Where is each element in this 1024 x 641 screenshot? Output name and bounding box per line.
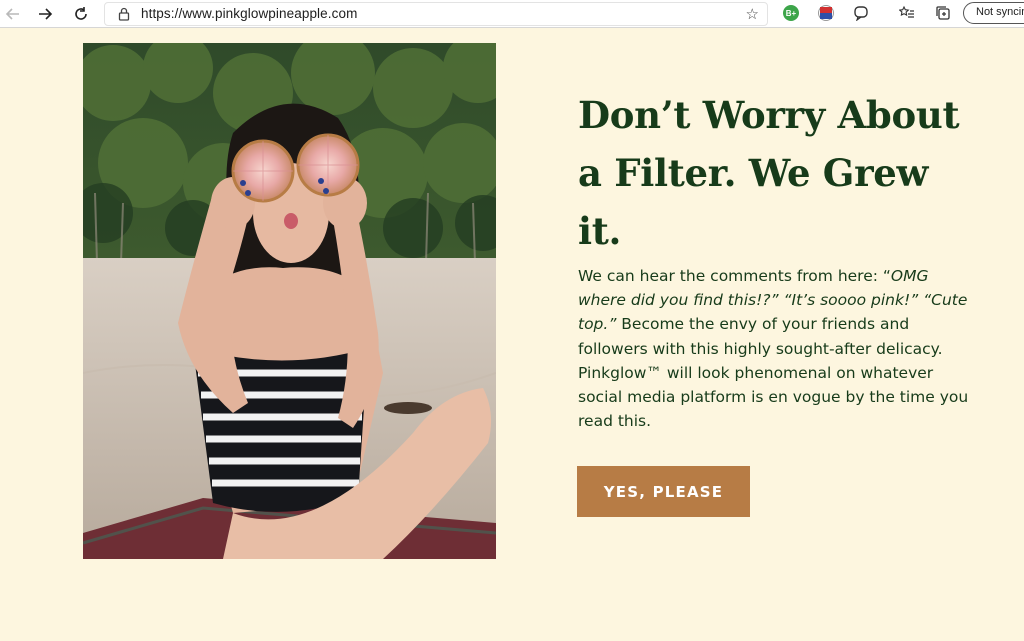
lock-icon [118, 7, 130, 21]
back-button[interactable] [2, 3, 24, 25]
hero-body-copy: We can hear the comments from here: “OMG… [578, 264, 998, 433]
grammar-extension-icon[interactable]: B+ [783, 5, 799, 21]
body-quote: where did you find this!?” “It’s soooo p… [578, 291, 968, 310]
body-quote: top.” [578, 315, 617, 334]
headline-line: Don’t Worry About [578, 93, 960, 137]
chat-extension-icon[interactable] [852, 4, 870, 22]
arrow-right-icon [39, 8, 53, 20]
sync-status-button[interactable]: Not syncing [963, 2, 1024, 24]
body-text: social media platform is en vogue by the… [578, 388, 969, 407]
url-text[interactable]: https://www.pinkglowpineapple.com [141, 6, 357, 21]
refresh-button[interactable] [70, 3, 92, 25]
woman-with-pineapple-slices-illustration [83, 43, 496, 559]
body-text: Pinkglow™ will look phenomenal on whatev… [578, 363, 934, 382]
headline-line: a Filter. We Grew [578, 151, 929, 195]
favorites-icon[interactable] [898, 4, 916, 22]
collections-icon[interactable] [934, 4, 952, 22]
address-bar[interactable]: https://www.pinkglowpineapple.com ☆ [104, 2, 768, 26]
browser-toolbar: https://www.pinkglowpineapple.com ☆ B+ N… [0, 0, 1024, 28]
hero-headline: Don’t Worry About a Filter. We Grew it. [578, 86, 1008, 260]
refresh-icon [75, 7, 87, 20]
flag-extension-icon[interactable] [818, 5, 834, 21]
body-text: Become the envy of your friends and [616, 315, 910, 334]
favorite-star-icon[interactable]: ☆ [746, 5, 759, 23]
headline-line: it. [578, 209, 622, 253]
sync-status-label: Not syncing [976, 6, 1024, 18]
yes-please-button[interactable]: YES, PLEASE [577, 466, 750, 517]
body-quote: OMG [890, 267, 929, 285]
body-text: We can hear the comments from here: “ [578, 267, 891, 285]
body-text: followers with this highly sought-after … [578, 339, 943, 358]
forward-button[interactable] [34, 3, 56, 25]
body-text: read this. [578, 412, 652, 431]
arrow-left-icon [5, 8, 19, 20]
hero-photo [83, 43, 496, 559]
